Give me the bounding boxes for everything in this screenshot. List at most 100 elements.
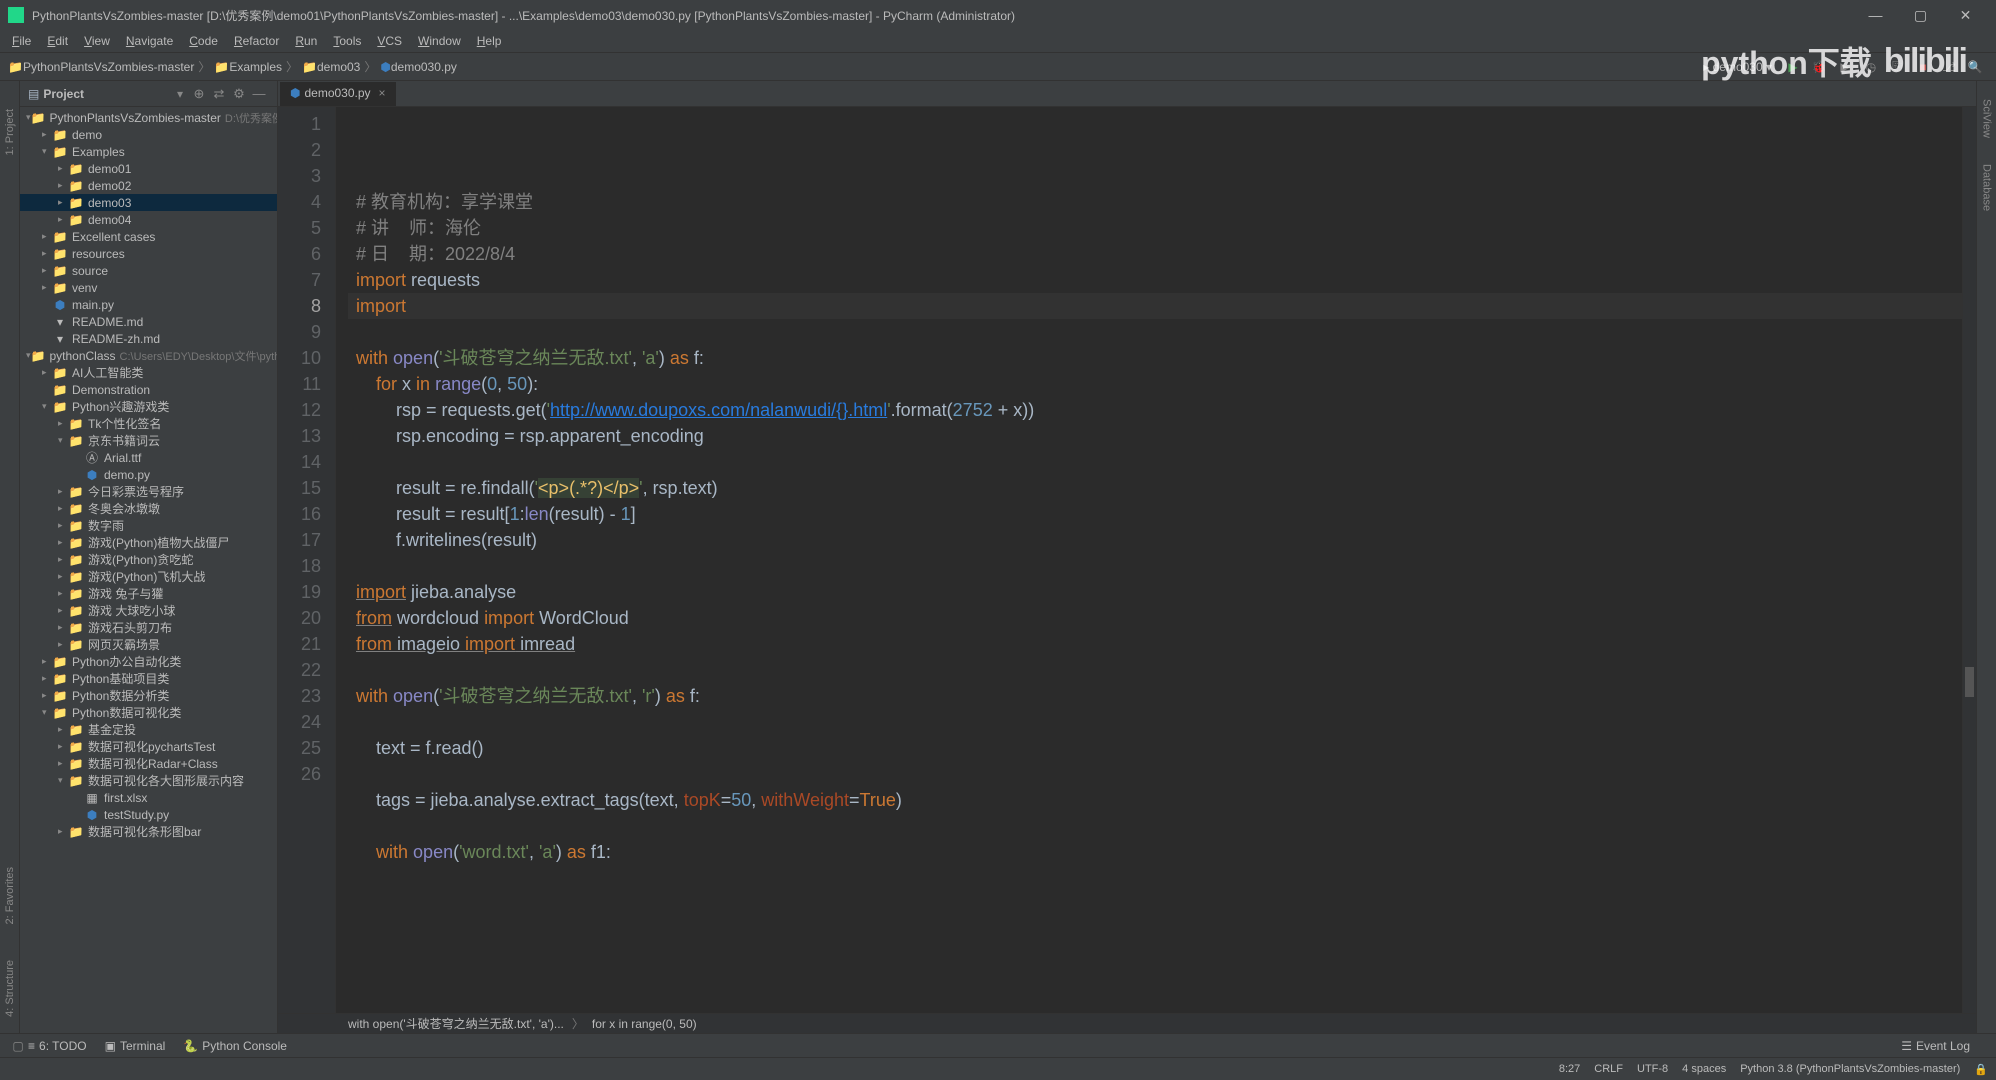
tree-item[interactable]: ▾📁Python数据可视化类 [20,704,277,721]
expand-arrow-icon[interactable]: ▾ [42,401,52,412]
expand-arrow-icon[interactable]: ▸ [58,571,68,582]
tree-item[interactable]: ▸📁游戏(Python)植物大战僵尸 [20,534,277,551]
tree-item[interactable]: ▸📁resources [20,245,277,262]
tree-item[interactable]: ▾README-zh.md [20,330,277,347]
menu-vcs[interactable]: VCS [369,34,410,48]
line-number[interactable]: 8 [278,293,321,319]
editor-tab[interactable]: ⬢demo030.py× [280,82,396,106]
line-number[interactable]: 24 [278,709,321,735]
expand-arrow-icon[interactable]: ▾ [42,146,52,157]
bottom-tool-python-console[interactable]: 🐍Python Console [183,1039,287,1053]
tree-item[interactable]: ▸📁AI人工智能类 [20,364,277,381]
code-line[interactable] [356,761,1962,787]
line-number[interactable]: 7 [278,267,321,293]
dropdown-icon[interactable]: ▾ [177,87,183,101]
code-line[interactable]: result = re.findall('<p>(.*?)</p>', rsp.… [356,475,1962,501]
menu-file[interactable]: File [4,34,39,48]
code-line[interactable] [356,709,1962,735]
expand-arrow-icon[interactable]: ▾ [42,707,52,718]
expand-arrow-icon[interactable]: ▸ [58,180,68,191]
line-number[interactable]: 26 [278,761,321,787]
code-line[interactable] [356,319,1962,345]
menu-view[interactable]: View [76,34,118,48]
line-number[interactable]: 5 [278,215,321,241]
code-line[interactable]: with open('斗破苍穹之纳兰无敌.txt', 'a') as f: [356,345,1962,371]
tree-item[interactable]: ▸📁游戏(Python)贪吃蛇 [20,551,277,568]
code-line[interactable]: with open('斗破苍穹之纳兰无敌.txt', 'r') as f: [356,683,1962,709]
line-number[interactable]: 22 [278,657,321,683]
tree-item[interactable]: ▸📁数据可视化条形图bar [20,823,277,840]
line-number[interactable]: 3 [278,163,321,189]
tree-item[interactable]: ▸📁游戏(Python)飞机大战 [20,568,277,585]
code-line[interactable]: with open('word.txt', 'a') as f1: [356,839,1962,865]
settings-icon[interactable]: ⚙ [229,86,249,102]
line-number-gutter[interactable]: 1234567891011121314151617181920212223242… [278,107,336,1013]
indent-indicator[interactable]: 4 spaces [1682,1063,1726,1075]
stop-button[interactable]: ■ [1912,56,1934,78]
expand-arrow-icon[interactable]: ▸ [58,214,68,225]
tree-item[interactable]: ▸📁source [20,262,277,279]
code-line[interactable]: from imageio import imread [356,631,1962,657]
tree-item[interactable]: ▸📁数字雨 [20,517,277,534]
editor-scrollbar[interactable] [1962,107,1976,1013]
tree-item[interactable]: ▸📁网页灭霸场景 [20,636,277,653]
code-line[interactable] [356,813,1962,839]
tree-item[interactable]: ▸📁Excellent cases [20,228,277,245]
attach-button[interactable]: ⎘ [1886,56,1908,78]
expand-arrow-icon[interactable]: ▸ [58,741,68,752]
expand-arrow-icon[interactable]: ▸ [42,129,52,140]
menu-run[interactable]: Run [287,34,325,48]
tree-item[interactable]: ▾📁PythonPlantsVsZombies-masterD:\优秀案例\de… [20,109,277,126]
breadcrumb[interactable]: 📁 PythonPlantsVsZombies-master〉📁 Example… [8,58,457,75]
menu-refactor[interactable]: Refactor [226,34,287,48]
line-number[interactable]: 19 [278,579,321,605]
tree-item[interactable]: ▾📁京东书籍词云 [20,432,277,449]
tree-item[interactable]: ▸📁基金定投 [20,721,277,738]
breadcrumb-item[interactable]: demo030.py [391,60,457,74]
tree-item[interactable]: ▸📁Python数据分析类 [20,687,277,704]
line-number[interactable]: 20 [278,605,321,631]
line-number[interactable]: 17 [278,527,321,553]
expand-arrow-icon[interactable]: ▸ [42,690,52,701]
line-number[interactable]: 15 [278,475,321,501]
line-number[interactable]: 10 [278,345,321,371]
expand-arrow-icon[interactable]: ▸ [42,282,52,293]
code-line[interactable]: from wordcloud import WordCloud [356,605,1962,631]
run-with-coverage-button[interactable]: ▶ [1834,56,1856,78]
tree-item[interactable]: ▸📁Tk个性化签名 [20,415,277,432]
expand-arrow-icon[interactable]: ▾ [58,435,68,446]
code-line[interactable]: # 日 期：2022/8/4 [356,241,1962,267]
maximize-button[interactable]: ▢ [1898,7,1943,24]
tree-item[interactable]: ▸📁数据可视化Radar+Class [20,755,277,772]
expand-arrow-icon[interactable]: ▸ [42,673,52,684]
line-number[interactable]: 11 [278,371,321,397]
tree-item[interactable]: ⬢main.py [20,296,277,313]
line-number[interactable]: 21 [278,631,321,657]
code-line[interactable] [356,553,1962,579]
breadcrumb-item[interactable]: demo03 [317,60,360,74]
vcs-button[interactable]: ⎇ [1938,56,1960,78]
tree-item[interactable]: ▾📁Python兴趣游戏类 [20,398,277,415]
line-number[interactable]: 18 [278,553,321,579]
code-line[interactable]: rsp.encoding = rsp.apparent_encoding [356,423,1962,449]
run-config-selector[interactable]: ▸ demo030 ▾ [1703,60,1772,74]
tree-item[interactable]: ▾📁pythonClassC:\Users\EDY\Desktop\文件\pyt… [20,347,277,364]
menu-tools[interactable]: Tools [325,34,369,48]
code-line[interactable]: import requests [356,267,1962,293]
close-tab-icon[interactable]: × [379,86,386,100]
tree-item[interactable]: ▦first.xlsx [20,789,277,806]
select-opened-file-button[interactable]: ⊕ [189,86,209,102]
line-number[interactable]: 14 [278,449,321,475]
event-log-button[interactable]: ☰Event Log [1901,1039,1970,1053]
expand-arrow-icon[interactable]: ▸ [58,537,68,548]
line-number[interactable]: 16 [278,501,321,527]
line-number[interactable]: 9 [278,319,321,345]
expand-arrow-icon[interactable]: ▾ [58,775,68,786]
expand-arrow-icon[interactable]: ▸ [58,554,68,565]
fold-column[interactable] [336,107,348,1013]
run-button[interactable]: ▶ [1782,56,1804,78]
code-line[interactable]: # 讲 师：海伦 [356,215,1962,241]
code-structure-breadcrumb[interactable]: with open('斗破苍穹之纳兰无敌.txt', 'a')...〉for x… [278,1013,1976,1033]
expand-arrow-icon[interactable]: ▸ [58,639,68,650]
tree-item[interactable]: ▸📁demo03 [20,194,277,211]
